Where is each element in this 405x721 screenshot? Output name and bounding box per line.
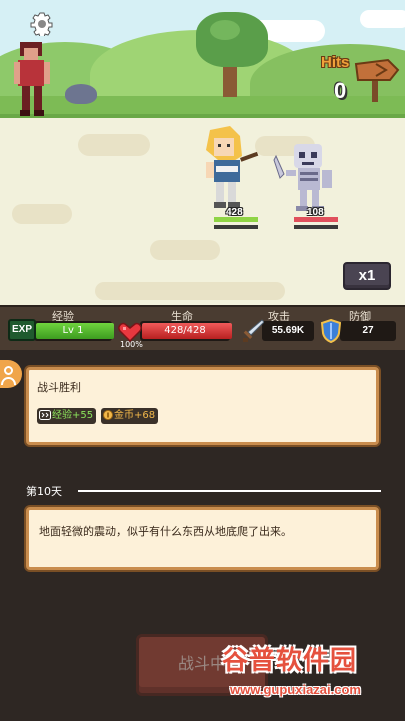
life-percent: 100%: [120, 340, 143, 349]
level-label: Lv 1: [62, 325, 84, 336]
victory-card: 战斗胜利 经验+55 金币+68: [26, 367, 379, 445]
shield-icon: [321, 319, 341, 343]
defense-box: 27: [340, 321, 396, 341]
hero-shadow: [214, 225, 258, 229]
coin-icon: [103, 410, 113, 420]
tree-highlight: [210, 20, 240, 40]
hero-hp-fill: [214, 217, 258, 222]
defense-value: 27: [362, 325, 374, 336]
attack-value: 55.69K: [271, 325, 305, 336]
gold-reward: 金币+68: [101, 408, 159, 424]
day-divider: [78, 490, 381, 492]
speed-button[interactable]: x1: [343, 262, 391, 290]
watermark: 谷普软件园 www.gupuxiazai.com: [222, 640, 402, 720]
life-value: 428/428: [164, 325, 206, 336]
hits-label: Hits: [321, 54, 350, 71]
ground-patch: [150, 240, 220, 260]
exp-reward: 经验+55: [37, 408, 97, 424]
enemy-shadow: [294, 225, 338, 229]
signpost-icon: [354, 58, 400, 102]
ground-patch: [12, 204, 72, 224]
hero-hp-bar: [214, 217, 258, 222]
rock: [65, 84, 97, 104]
event-card: 地面轻微的震动，似乎有什么东西从地底爬了出来。: [26, 507, 379, 570]
watermark-title: 谷普软件园: [222, 646, 358, 676]
heart-icon: [118, 322, 142, 342]
exp-badge: EXP: [8, 319, 36, 341]
sword-icon: [243, 319, 264, 342]
stats-bar: 经验 Lv 1 EXP 生命 428/428 100% 攻击 55.69K 防御…: [0, 305, 405, 350]
ground-patch: [95, 282, 285, 300]
enemy-hp-bar: [294, 217, 338, 222]
event-text: 地面轻微的震动，似乎有什么东西从地底爬了出来。: [39, 525, 292, 538]
gear-icon[interactable]: [30, 12, 54, 36]
victory-title: 战斗胜利: [37, 381, 81, 394]
user-icon[interactable]: [0, 360, 22, 388]
battle-scene: Hits 0 428 108 x1: [0, 0, 405, 305]
watermark-url: www.gupuxiazai.com: [230, 682, 361, 697]
exp-icon: [39, 410, 51, 420]
exp-box: Lv 1: [34, 321, 114, 341]
avatar-body: [1, 377, 16, 385]
villain-sprite: [14, 42, 50, 116]
enemy-hp-fill: [294, 217, 338, 222]
skeleton-sprite: [273, 144, 332, 211]
ground-patch: [78, 134, 150, 156]
exp-reward-text: 经验+55: [52, 410, 94, 421]
life-box: 428/428: [140, 321, 232, 341]
hits-count: 0: [334, 78, 347, 103]
avatar-head: [4, 366, 13, 375]
hero-sprite: [206, 126, 259, 208]
attack-box: 55.69K: [262, 321, 314, 341]
day-label: 第10天: [26, 485, 62, 498]
cloud: [360, 10, 405, 28]
gold-reward-text: 金币+68: [114, 410, 156, 421]
